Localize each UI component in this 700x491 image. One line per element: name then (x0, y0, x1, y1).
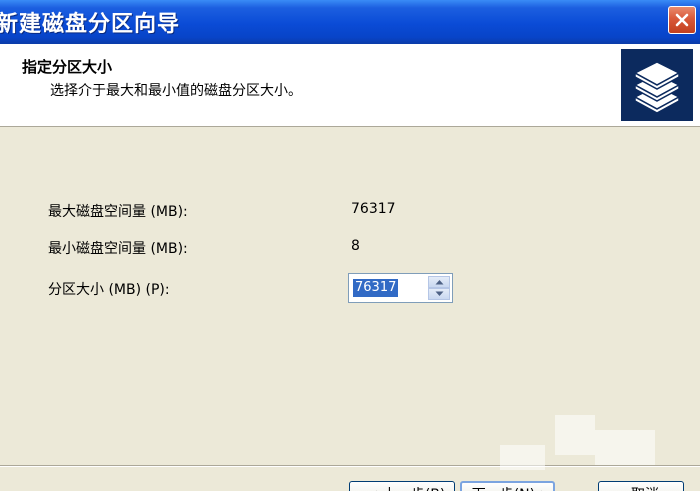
max-space-label: 最大磁盘空间量 (MB): (48, 204, 188, 220)
window-title: 新建磁盘分区向导 (0, 12, 181, 37)
max-space-value: 76317 (351, 201, 396, 217)
min-space-value: 8 (351, 238, 360, 254)
header-subtitle: 选择介于最大和最小值的磁盘分区大小。 (50, 83, 302, 99)
disk-stack-icon (621, 49, 693, 121)
blur-patch (555, 415, 595, 455)
title-bar[interactable]: 新建磁盘分区向导 (0, 0, 700, 44)
cancel-button[interactable]: 取消 (598, 481, 684, 491)
back-button[interactable]: < 上一步(B) (349, 481, 455, 491)
partition-size-spinner[interactable]: 76317 (348, 273, 453, 303)
spin-down-button[interactable] (428, 288, 450, 300)
partition-wizard-window: 新建磁盘分区向导 指定分区大小 选择介于最大和最小值的磁盘分区大小。 最大磁盘空… (0, 0, 700, 491)
close-button[interactable] (668, 6, 696, 34)
spin-up-button[interactable] (428, 276, 450, 288)
spinner-buttons (428, 276, 450, 300)
header-title: 指定分区大小 (22, 58, 113, 76)
partition-size-input[interactable]: 76317 (353, 279, 399, 297)
wizard-header: 指定分区大小 选择介于最大和最小值的磁盘分区大小。 (0, 44, 700, 127)
blur-patch (500, 445, 545, 470)
min-space-label: 最小磁盘空间量 (MB): (48, 241, 188, 257)
partition-size-label: 分区大小 (MB) (P): (48, 282, 170, 298)
blur-patch (595, 430, 655, 465)
footer-separator (0, 465, 700, 467)
next-button[interactable]: 下一步(N) > (460, 481, 555, 491)
